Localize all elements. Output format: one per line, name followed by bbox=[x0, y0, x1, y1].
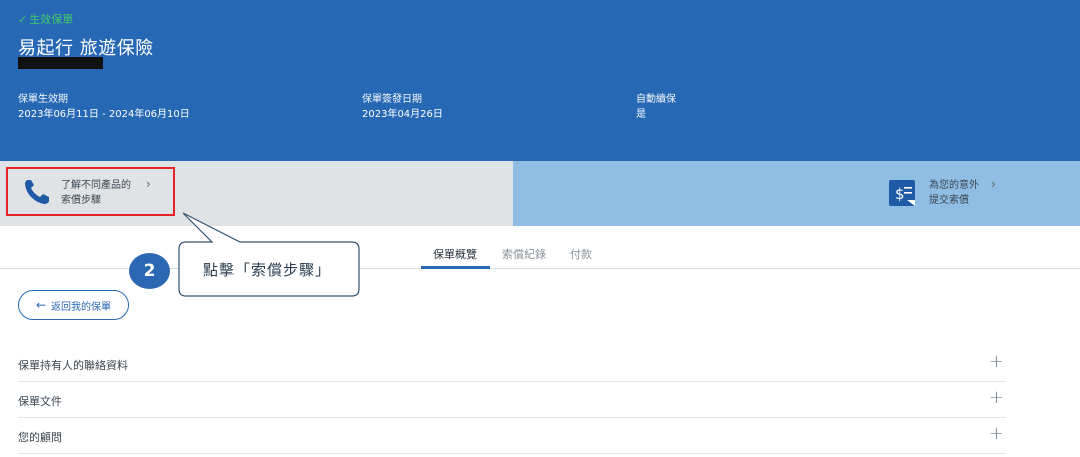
submit-claim-line2: 提交索償 bbox=[929, 195, 969, 206]
highlight-box bbox=[6, 167, 175, 216]
plus-icon[interactable]: + bbox=[989, 387, 1004, 408]
submit-claim-line1: 為您的意外 bbox=[929, 180, 979, 191]
tab-claims-history[interactable]: 索償紀錄 bbox=[502, 246, 546, 262]
issue-date-value: 2023年04月26日 bbox=[362, 109, 443, 120]
tab-policy-overview[interactable]: 保單概覽 bbox=[433, 246, 477, 262]
issue-date: 保單簽發日期 2023年04月26日 bbox=[362, 92, 443, 122]
accordion-label: 保單持有人的聯絡資料 bbox=[18, 359, 128, 372]
callout-text: 點擊「索償步驟」 bbox=[203, 261, 332, 279]
claim-form-icon: $ bbox=[889, 180, 915, 206]
accordion-your-advisor[interactable]: 您的顧問 + bbox=[18, 418, 1006, 454]
policy-header: ✓ 生效保單 易起行 旅遊保險 保單生效期 2023年06月11日 - 2024年… bbox=[0, 0, 1080, 161]
arrow-left-icon: ← bbox=[35, 298, 47, 312]
submit-claim-link[interactable]: 為您的意外 提交索償 bbox=[929, 178, 979, 208]
plus-icon[interactable]: + bbox=[989, 351, 1004, 372]
status-text: 生效保單 bbox=[29, 13, 74, 26]
chevron-right-icon: › bbox=[991, 177, 996, 191]
back-to-policies-button[interactable]: ← 返回我的保單 bbox=[18, 290, 129, 320]
plus-icon[interactable]: + bbox=[989, 423, 1004, 444]
accordion-policy-documents[interactable]: 保單文件 + bbox=[18, 382, 1006, 418]
policy-period: 保單生效期 2023年06月11日 - 2024年06月10日 bbox=[18, 92, 190, 122]
status-badge: ✓ 生效保單 bbox=[18, 11, 73, 27]
policy-period-label: 保單生效期 bbox=[18, 94, 68, 105]
check-icon: ✓ bbox=[18, 13, 28, 26]
auto-renew-value: 是 bbox=[636, 109, 646, 120]
svg-text:$: $ bbox=[895, 185, 905, 203]
submit-claim-panel[interactable] bbox=[513, 161, 1080, 226]
accordion-label: 您的顧問 bbox=[18, 431, 62, 444]
auto-renew: 自動續保 是 bbox=[636, 92, 676, 122]
tab-payment[interactable]: 付款 bbox=[570, 246, 592, 262]
accordion-label: 保單文件 bbox=[18, 395, 62, 408]
auto-renew-label: 自動續保 bbox=[636, 94, 676, 105]
accordion-policyholder-contact[interactable]: 保單持有人的聯絡資料 + bbox=[18, 346, 1006, 382]
active-tab-indicator bbox=[421, 266, 490, 269]
back-button-label: 返回我的保單 bbox=[51, 301, 112, 313]
step-number-badge: 2 bbox=[129, 253, 170, 289]
issue-date-label: 保單簽發日期 bbox=[362, 94, 422, 105]
redacted-policy-number bbox=[18, 57, 103, 69]
policy-period-value: 2023年06月11日 - 2024年06月10日 bbox=[18, 109, 190, 120]
instruction-callout bbox=[178, 212, 360, 297]
